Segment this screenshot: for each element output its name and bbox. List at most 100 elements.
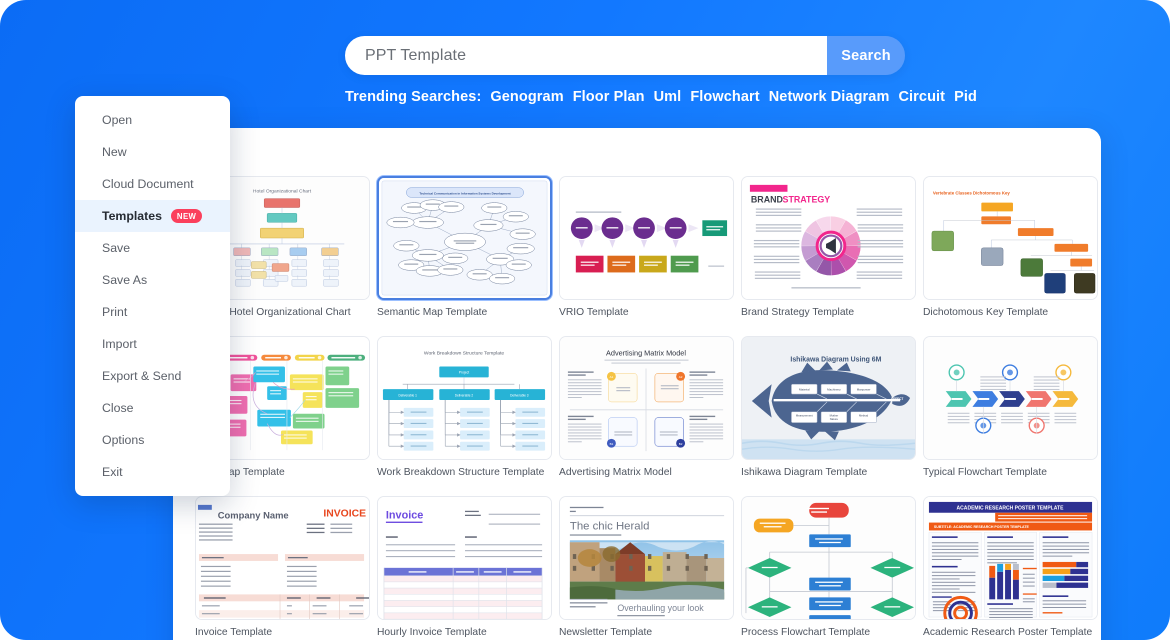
svg-text:Material: Material (799, 388, 810, 392)
menu-item-print[interactable]: Print (75, 296, 230, 328)
svg-text:Nature: Nature (830, 417, 839, 421)
svg-text:Hotel Organizational Chart: Hotel Organizational Chart (253, 189, 312, 195)
menu-item-label: Save As (102, 273, 148, 287)
template-card[interactable]: Vertebrate Classes Dichotomous Key Dichot… (923, 176, 1098, 318)
menu-item-import[interactable]: Import (75, 328, 230, 360)
template-caption: Newsletter Template (559, 627, 653, 638)
trending-link-uml[interactable]: Uml (654, 89, 682, 105)
templates-scroll-area[interactable]: Hotel Organizational Chart Simple Hotel O… (173, 158, 1101, 640)
svg-text:SUBTITLE: ACADEMIC RESEARCH PO: SUBTITLE: ACADEMIC RESEARCH POSTER TEMPL… (934, 525, 1030, 529)
menu-item-close[interactable]: Close (75, 392, 230, 424)
template-card[interactable]: Work Breakdown Structure Template Project… (377, 336, 552, 478)
template-thumbnail-chevrons[interactable] (923, 336, 1098, 460)
template-card[interactable]: Ishikawa Diagram Using 6M Material Machine… (741, 336, 916, 478)
svg-text:A1: A1 (610, 375, 614, 379)
template-caption: VRIO Template (559, 307, 629, 318)
svg-text:Overhauling your look: Overhauling your look (617, 603, 704, 613)
trending-link-pid[interactable]: Pid (954, 89, 977, 105)
svg-text:Deliverable 2: Deliverable 2 (455, 393, 474, 397)
trending-label: Trending Searches: (345, 89, 482, 105)
template-thumbnail-newsletter[interactable]: The chic Herald Overhauling your look (559, 496, 734, 620)
svg-text:Work Breakdown Structure Templ: Work Breakdown Structure Template (424, 351, 504, 357)
template-caption: Academic Research Poster Template (923, 627, 1093, 638)
template-caption: Ishikawa Diagram Template (741, 467, 868, 478)
trending-link-network-diagram[interactable]: Network Diagram (769, 89, 890, 105)
template-caption: Brand Strategy Template (741, 307, 855, 318)
svg-text:Method: Method (859, 414, 869, 418)
menu-item-label: Save (102, 241, 131, 255)
trending-searches: Trending Searches: Genogram Floor Plan Uml F… (345, 89, 1045, 105)
svg-text:B1: B1 (610, 442, 614, 446)
template-card[interactable]: The chic Herald Overhauling your look News… (559, 496, 734, 638)
menu-item-cloud-document[interactable]: Cloud Document (75, 168, 230, 200)
template-caption: Work Breakdown Structure Template (377, 467, 545, 478)
template-card[interactable]: Process Flowchart Template (741, 496, 916, 638)
search-input[interactable] (345, 36, 827, 75)
template-caption: Advertising Matrix Model (559, 467, 672, 478)
template-thumbnail-ishikawa[interactable]: Ishikawa Diagram Using 6M Material Machine… (741, 336, 916, 460)
template-thumbnail-flowchart[interactable] (741, 496, 916, 620)
template-thumbnail-ad-matrix[interactable]: Advertising Matrix Model A1 A2 B1 B2 (559, 336, 734, 460)
svg-text:BRAND: BRAND (751, 195, 784, 205)
template-caption: Process Flowchart Template (741, 627, 871, 638)
trending-link-genogram[interactable]: Genogram (490, 89, 563, 105)
trending-link-circuit[interactable]: Circuit (898, 89, 945, 105)
menu-item-label: Cloud Document (102, 177, 194, 191)
template-thumbnail-poster[interactable]: ACADEMIC RESEARCH POSTER TEMPLATE SUBTITL… (923, 496, 1098, 620)
template-thumbnail-invoice-blue[interactable]: Invoice (377, 496, 552, 620)
template-caption: Semantic Map Template (377, 307, 488, 318)
menu-item-templates[interactable]: Templates NEW (75, 200, 230, 232)
svg-text:EFFECT: EFFECT (891, 397, 903, 401)
file-menu[interactable]: Open New Cloud Document Templates NEW Save Sav… (75, 96, 230, 496)
svg-text:A2: A2 (679, 375, 683, 379)
template-caption: Dichotomous Key Template (923, 307, 1049, 318)
new-badge: NEW (170, 209, 203, 223)
search-button[interactable]: Search (827, 36, 905, 75)
svg-text:The chic Herald: The chic Herald (570, 520, 650, 532)
menu-item-new[interactable]: New (75, 136, 230, 168)
trending-link-flowchart[interactable]: Flowchart (690, 89, 759, 105)
trending-link-floor-plan[interactable]: Floor Plan (573, 89, 645, 105)
svg-text:Advertising Matrix Model: Advertising Matrix Model (606, 349, 686, 358)
svg-text:Mother: Mother (830, 414, 839, 418)
template-thumbnail-wbs[interactable]: Work Breakdown Structure Template Project… (377, 336, 552, 460)
menu-item-options[interactable]: Options (75, 424, 230, 456)
svg-text:INVOICE: INVOICE (323, 509, 366, 520)
menu-item-export-send[interactable]: Export & Send (75, 360, 230, 392)
svg-text:Deliverable 1: Deliverable 1 (398, 393, 417, 397)
menu-item-label: Options (102, 433, 145, 447)
search-bar[interactable]: Search (345, 36, 905, 75)
svg-text:Deliverable 3: Deliverable 3 (510, 393, 529, 397)
template-thumbnail-invoice-red[interactable]: Company Name INVOICE (195, 496, 370, 620)
svg-text:Measurement: Measurement (796, 414, 813, 418)
svg-text:STRATEGY: STRATEGY (783, 195, 831, 205)
menu-item-save[interactable]: Save (75, 232, 230, 264)
template-thumbnail-dichotomous[interactable]: Vertebrate Classes Dichotomous Key (923, 176, 1098, 300)
template-caption: Typical Flowchart Template (923, 467, 1047, 478)
menu-item-label: Export & Send (102, 369, 182, 383)
template-card[interactable]: Invoice Hourly Invoice Template (377, 496, 552, 638)
template-thumbnail-semantic-map[interactable]: Technical Communication in Information S… (377, 176, 552, 300)
menu-item-label: Import (102, 337, 137, 351)
template-caption: Invoice Template (195, 627, 273, 638)
template-card[interactable]: BRAND STRATEGY Brand Strategy Template (741, 176, 916, 318)
template-card[interactable]: Technical Communication in Information S… (377, 176, 552, 318)
template-card[interactable]: Advertising Matrix Model A1 A2 B1 B2 Advertis… (559, 336, 734, 478)
template-thumbnail-vrio[interactable] (559, 176, 734, 300)
menu-item-open[interactable]: Open (75, 104, 230, 136)
template-card[interactable]: VRIO Template (559, 176, 734, 318)
svg-text:Vertebrate Classes Dichotomous: Vertebrate Classes Dichotomous Key (933, 191, 1011, 196)
menu-item-save-as[interactable]: Save As (75, 264, 230, 296)
app-background: Search Trending Searches: Genogram Floor P… (0, 0, 1170, 640)
template-card[interactable]: Company Name INVOICE Invoice Template (195, 496, 370, 638)
template-card[interactable]: ACADEMIC RESEARCH POSTER TEMPLATE SUBTITL… (923, 496, 1098, 638)
menu-item-exit[interactable]: Exit (75, 456, 230, 488)
svg-text:Project: Project (459, 371, 470, 375)
menu-item-label: Print (102, 305, 128, 319)
template-thumbnail-brand-wheel[interactable]: BRAND STRATEGY (741, 176, 916, 300)
template-card[interactable]: Typical Flowchart Template (923, 336, 1098, 478)
template-grid: Hotel Organizational Chart Simple Hotel O… (195, 176, 1101, 638)
menu-item-label: Exit (102, 465, 123, 479)
svg-text:Manpower: Manpower (857, 388, 871, 392)
svg-text:Ishikawa Diagram Using 6M: Ishikawa Diagram Using 6M (790, 357, 881, 364)
